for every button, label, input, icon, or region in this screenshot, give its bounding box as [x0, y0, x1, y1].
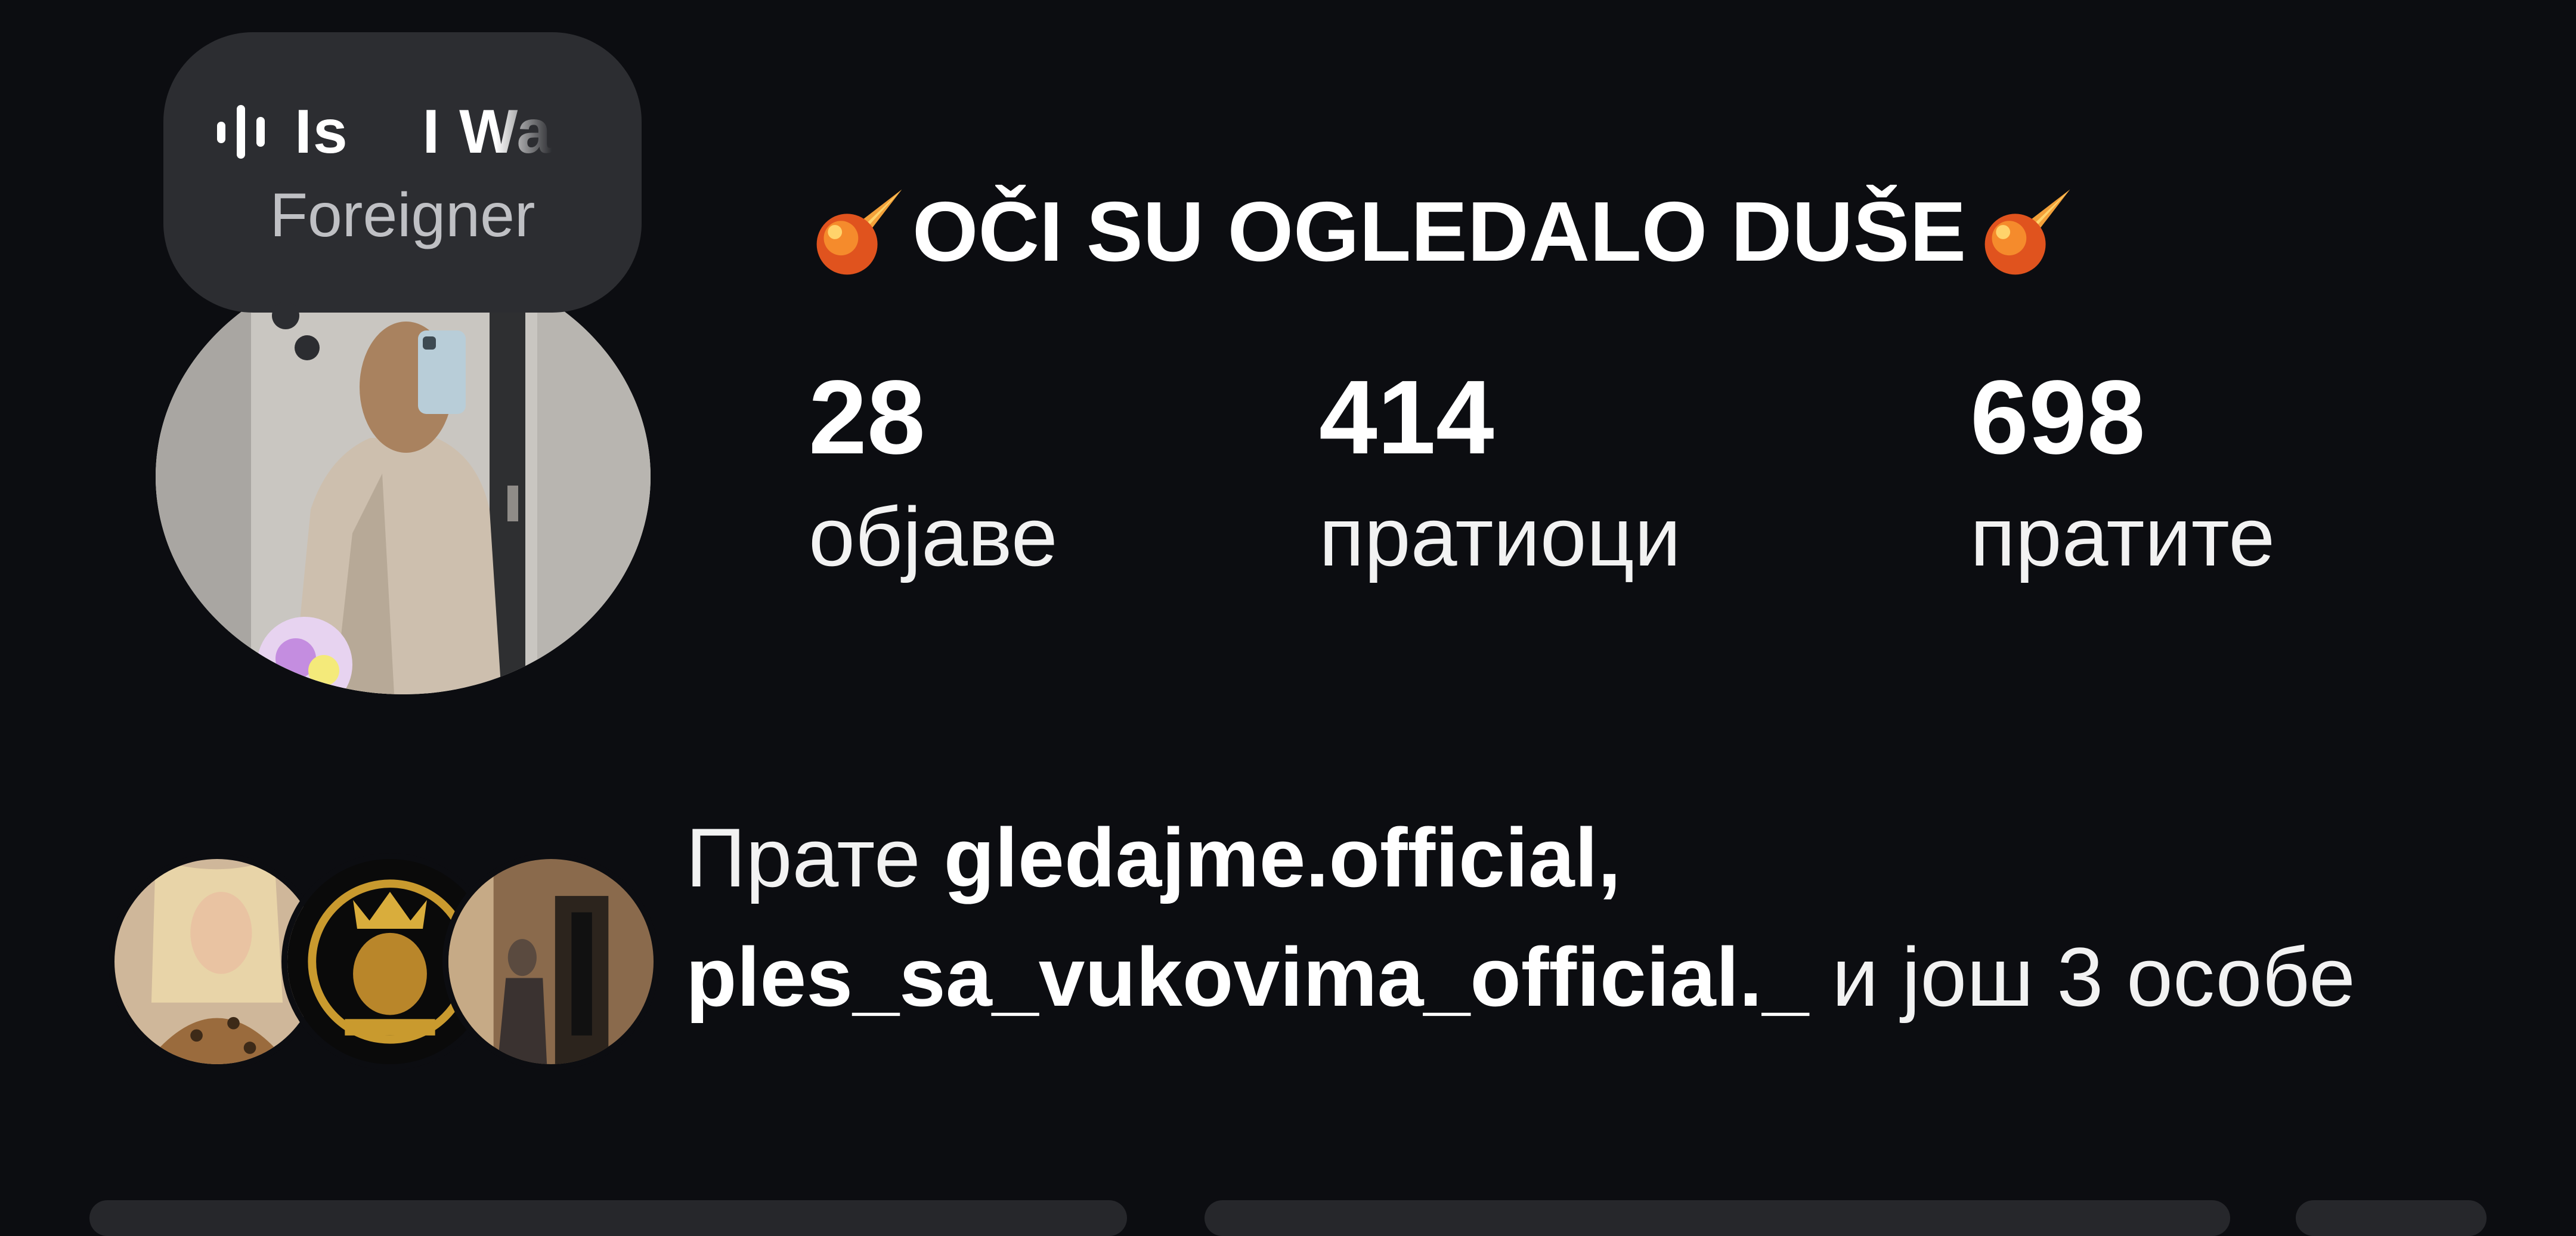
profile-header: Is I Wa Foreigner OČI SU OGLEDALO DUŠE 2… — [0, 0, 2576, 1236]
mutual-username-2[interactable]: ples_sa_vukovima_official._ — [686, 930, 1809, 1024]
stat-posts[interactable]: 28 објаве — [809, 358, 1058, 591]
stat-following-value: 698 — [1970, 359, 2145, 476]
note-music-row: Is I Wa — [217, 99, 587, 165]
followed-by-separator: , — [1597, 811, 1621, 904]
suggest-button[interactable] — [2296, 1200, 2487, 1236]
note-song-title: Is I Wa — [295, 99, 553, 165]
stat-posts-label: објаве — [809, 490, 1058, 583]
follow-button[interactable] — [89, 1200, 1127, 1236]
comet-icon — [1977, 181, 2078, 283]
profile-photo — [156, 259, 651, 694]
comet-icon — [809, 181, 910, 283]
audio-bars-icon — [217, 105, 265, 159]
stat-followers-value: 414 — [1319, 359, 1494, 476]
followed-by-suffix: и још 3 особе — [1809, 930, 2355, 1024]
stat-following[interactable]: 698 пратите — [1970, 358, 2275, 591]
note-bubble-tail — [272, 302, 299, 329]
profile-avatar[interactable] — [156, 259, 651, 694]
note-bubble[interactable] — [163, 32, 642, 313]
note-artist: Foreigner — [270, 181, 535, 250]
message-button[interactable] — [1205, 1200, 2230, 1236]
stat-following-label: пратите — [1970, 490, 2275, 583]
followed-by-text[interactable]: Прате gledajme.official, ples_sa_vukovim… — [686, 798, 2415, 1037]
note-bubble-tail-small — [295, 335, 320, 360]
stat-followers-label: пратиоци — [1319, 490, 1682, 583]
stat-posts-value: 28 — [809, 359, 925, 476]
mutual-username-1[interactable]: gledajme.official — [944, 811, 1598, 904]
mutual-follower-avatar[interactable] — [442, 853, 660, 1070]
followed-by-prefix: Прате — [686, 811, 944, 904]
profile-name-text: OČI SU OGLEDALO DUŠE — [912, 184, 1967, 279]
stat-followers[interactable]: 414 пратиоци — [1319, 358, 1681, 591]
profile-name: OČI SU OGLEDALO DUŠE — [809, 181, 2078, 283]
